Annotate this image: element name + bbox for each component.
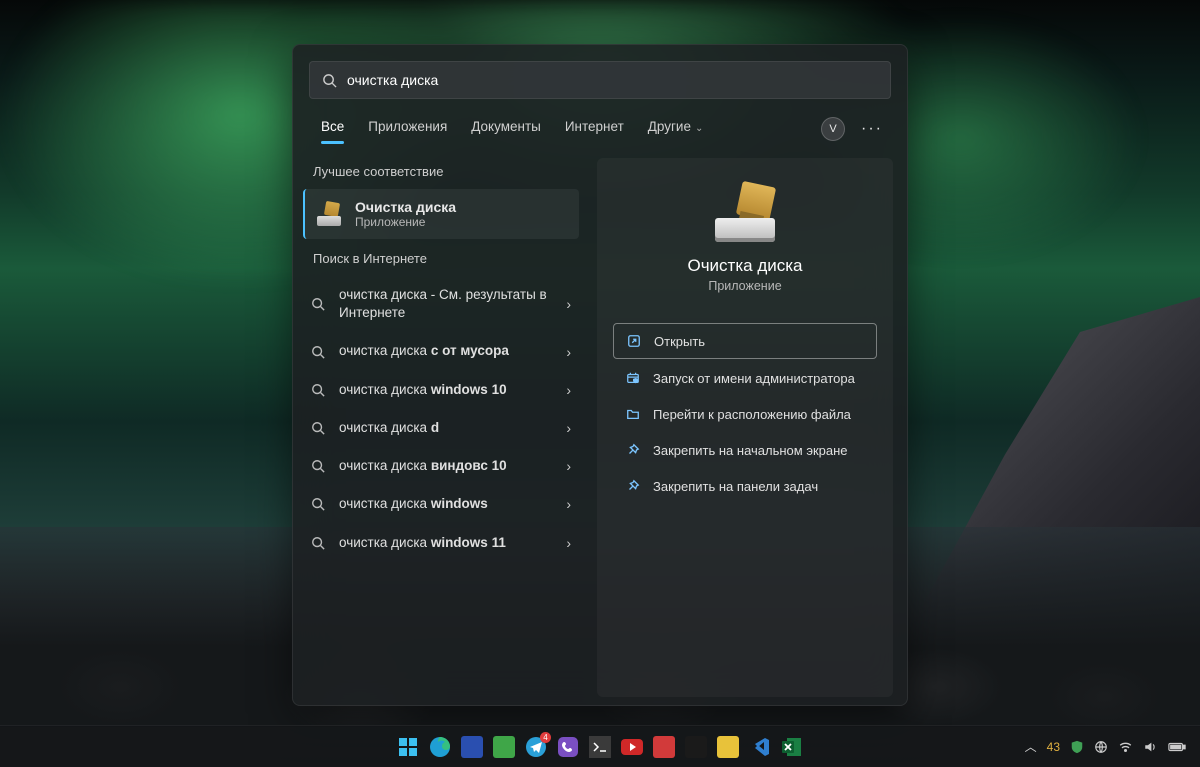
language-icon[interactable] [1094,740,1108,754]
open-icon [626,333,642,349]
preview-column: Очистка диска Приложение Открыть Запуск о… [589,144,907,705]
wifi-icon[interactable] [1118,740,1133,754]
app-preview-card: Очистка диска Приложение Открыть Запуск о… [597,158,893,697]
search-input[interactable] [347,72,878,88]
chevron-right-icon: › [566,296,571,312]
action-label: Закрепить на начальном экране [653,443,848,458]
taskbar-edge[interactable] [427,734,453,760]
web-search-text: очистка диска windows 11 [339,534,554,552]
web-search-item[interactable]: очистка диска windows 10 › [293,371,589,409]
search-icon [311,421,327,435]
action-open[interactable]: Открыть [613,323,877,359]
taskbar-more-app[interactable] [683,734,709,760]
web-search-item[interactable]: очистка диска windows 11 › [293,524,589,562]
taskbar-youtube[interactable] [619,734,645,760]
tab-internet[interactable]: Интернет [555,113,634,144]
web-search-item[interactable]: очистка диска виндовс 10 › [293,447,589,485]
tab-all[interactable]: Все [311,113,354,144]
web-search-text: очистка диска c от мусора [339,342,554,360]
action-label: Открыть [654,334,705,349]
chevron-right-icon: › [566,382,571,398]
web-search-text: очистка диска виндовс 10 [339,457,554,475]
web-search-item[interactable]: очистка диска windows › [293,485,589,523]
admin-icon [625,370,641,386]
filter-tabs: Все Приложения Документы Интернет Другие… [293,99,907,144]
search-icon [311,345,327,359]
tab-apps[interactable]: Приложения [358,113,457,144]
taskbar-opera[interactable] [651,734,677,760]
results-column: Лучшее соответствие Очистка диска Прилож… [293,144,589,705]
volume-icon[interactable] [1143,740,1158,754]
web-search-text: очистка диска d [339,419,554,437]
action-pin[interactable]: Закрепить на панели задач [613,469,877,503]
taskbar-excel[interactable] [779,734,805,760]
taskbar-start[interactable] [395,734,421,760]
tray-overflow-chevron-icon[interactable]: ︿ [1025,738,1037,755]
badge: 4 [540,732,551,743]
search-icon [311,497,327,511]
web-search-item[interactable]: очистка диска c от мусора › [293,332,589,370]
taskbar-sticky-notes[interactable] [715,734,741,760]
action-pin[interactable]: Закрепить на начальном экране [613,433,877,467]
search-icon [311,297,327,311]
best-match-header: Лучшее соответствие [293,158,589,189]
chevron-right-icon: › [566,496,571,512]
taskbar-telegram[interactable]: 4 [523,734,549,760]
web-search-text: очистка диска windows [339,495,554,513]
tab-more[interactable]: Другие⌄ [638,113,714,144]
chevron-down-icon: ⌄ [695,123,703,134]
battery-icon[interactable] [1168,741,1186,753]
preview-subtitle: Приложение [708,279,781,293]
preview-title: Очистка диска [687,256,802,276]
web-search-item[interactable]: очистка диска d › [293,409,589,447]
web-search-text: очистка диска windows 10 [339,381,554,399]
disk-cleanup-icon [711,184,779,242]
search-icon [311,383,327,397]
taskbar-save-floppy[interactable] [459,734,485,760]
taskbar-green-app[interactable] [491,734,517,760]
start-search-panel: Все Приложения Документы Интернет Другие… [292,44,908,706]
best-match-result[interactable]: Очистка диска Приложение [303,189,579,239]
action-label: Перейти к расположению файла [653,407,851,422]
web-search-header: Поиск в Интернете [293,245,589,276]
best-match-title: Очистка диска [355,199,456,215]
security-icon[interactable] [1070,740,1084,754]
user-avatar[interactable]: V [821,117,845,141]
action-label: Запуск от имени администратора [653,371,855,386]
chevron-right-icon: › [566,344,571,360]
pin-icon [625,478,641,494]
taskbar-terminal[interactable] [587,734,613,760]
web-search-text: очистка диска - См. результаты в Интерне… [339,286,554,322]
search-box[interactable] [309,61,891,99]
web-search-item[interactable]: очистка диска - См. результаты в Интерне… [293,276,589,332]
taskbar-viber[interactable] [555,734,581,760]
search-icon [311,459,327,473]
action-label: Закрепить на панели задач [653,479,818,494]
disk-cleanup-icon [315,202,343,226]
tab-documents[interactable]: Документы [461,113,551,144]
folder-icon [625,406,641,422]
search-icon [311,536,327,550]
chevron-right-icon: › [566,420,571,436]
action-admin[interactable]: Запуск от имени администратора [613,361,877,395]
system-tray: ︿ 43 [1025,738,1200,755]
more-options-button[interactable]: ··· [855,120,889,138]
search-icon [322,73,337,88]
action-folder[interactable]: Перейти к расположению файла [613,397,877,431]
chevron-right-icon: › [566,458,571,474]
chevron-right-icon: › [566,535,571,551]
best-match-subtitle: Приложение [355,215,456,229]
pin-icon [625,442,641,458]
taskbar: 4 ︿ 43 [0,725,1200,767]
taskbar-vscode[interactable] [747,734,773,760]
weather-temp[interactable]: 43 [1047,740,1060,754]
